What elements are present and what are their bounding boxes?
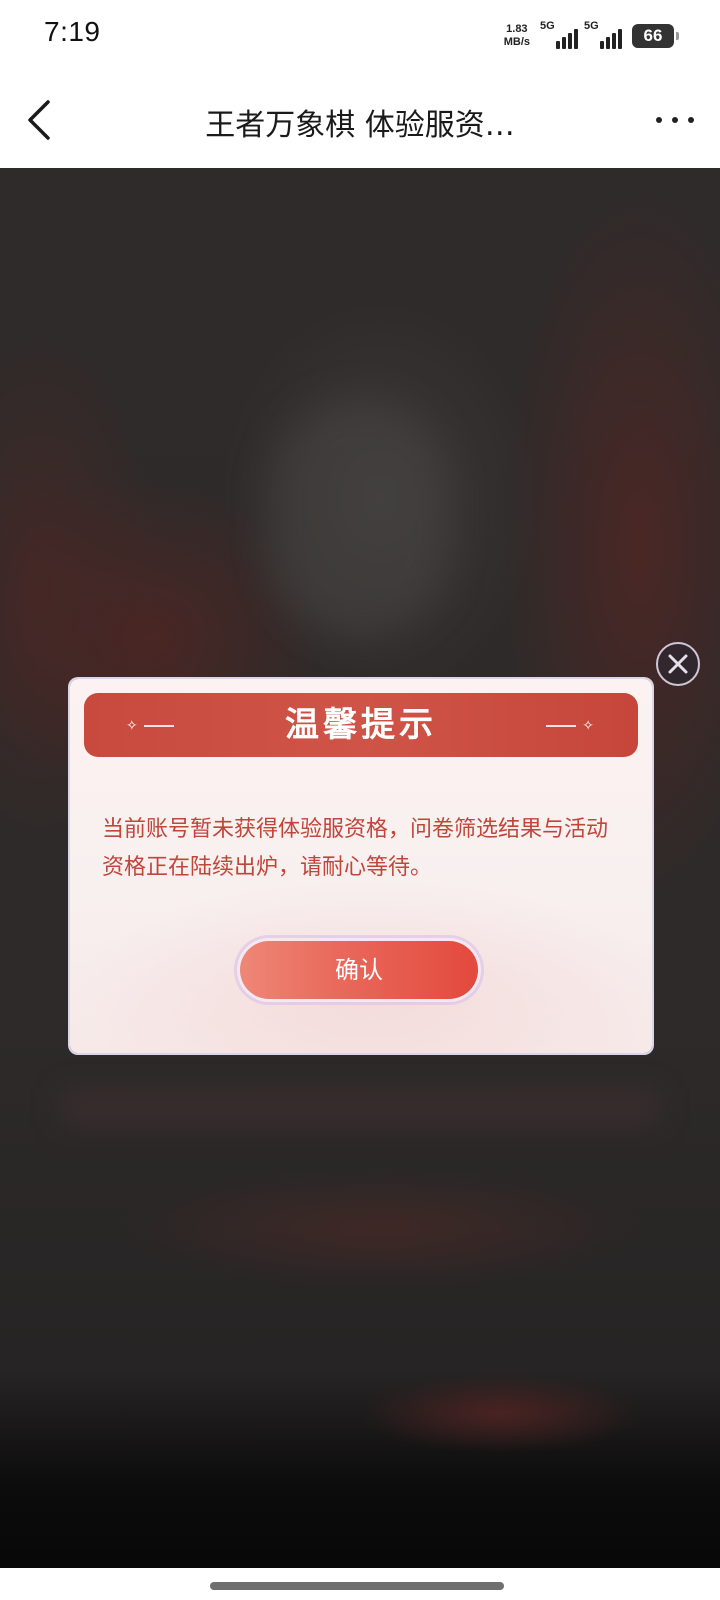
sim1-signal-bars — [556, 29, 578, 49]
page-title: 王者万象棋 体验服资… — [205, 108, 515, 143]
status-time: 7:19 — [44, 16, 101, 47]
header-decoration-right: ✧ — [546, 719, 594, 733]
sim1-signal-icon: 5G — [540, 20, 578, 51]
screen: 7:19 1.83 MB/s 5G 5G 66 王者万象棋 体验服资… ✧ 温馨… — [0, 0, 720, 1600]
dialog-close-button[interactable] — [656, 642, 700, 686]
sim1-network-type: 5G — [540, 20, 555, 32]
close-icon — [668, 654, 688, 674]
sim2-signal-bars — [600, 29, 622, 49]
sparkle-icon: ✧ — [582, 718, 594, 734]
dialog-message: 当前账号暂未获得体验服资格，问卷筛选结果与活动资格正在陆续出炉，请耐心等待。 — [102, 817, 609, 880]
notice-dialog: ✧ 温馨提示 ✧ 当前账号暂未获得体验服资格，问卷筛选结果与活动资格正在陆续出炉… — [70, 679, 652, 1053]
status-indicators: 1.83 MB/s 5G 5G 66 — [504, 20, 679, 52]
more-dot-icon — [656, 117, 662, 123]
network-speed: 1.83 MB/s — [504, 23, 530, 49]
sim2-signal-icon: 5G — [584, 20, 622, 51]
more-dot-icon — [688, 117, 694, 123]
battery-icon: 66 — [632, 24, 679, 48]
back-button[interactable] — [22, 98, 62, 142]
decoration-line — [546, 725, 577, 727]
dialog-header: ✧ 温馨提示 ✧ — [84, 693, 638, 757]
more-options-button[interactable] — [656, 112, 694, 128]
blurred-character-art — [270, 398, 450, 638]
more-dot-icon — [672, 117, 678, 123]
network-speed-unit: MB/s — [503, 36, 530, 48]
sim2-network-type: 5G — [584, 20, 599, 32]
confirm-button[interactable]: 确认 — [240, 941, 478, 999]
battery-level: 66 — [643, 26, 663, 45]
navigation-bar: 王者万象棋 体验服资… — [0, 72, 720, 168]
network-speed-value: 1.83 — [506, 23, 528, 35]
home-indicator[interactable] — [210, 1582, 504, 1590]
chevron-left-icon — [28, 100, 50, 140]
blurred-banner — [60, 1088, 660, 1128]
status-bar: 7:19 1.83 MB/s 5G 5G 66 — [0, 0, 720, 72]
